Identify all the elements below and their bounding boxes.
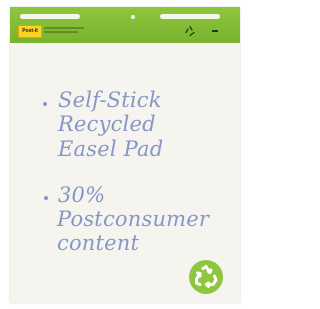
bullet-1 bbox=[43, 102, 47, 106]
header-fine-print bbox=[44, 26, 88, 36]
recycle-icon bbox=[185, 25, 195, 37]
note-line-5: Postconsumer bbox=[57, 207, 210, 231]
note-line-6: content bbox=[57, 231, 140, 255]
hanging-slot-left bbox=[20, 14, 80, 19]
bullet-2 bbox=[44, 196, 48, 200]
header-mark bbox=[212, 30, 218, 32]
easel-pad: Post-it Self-Stick Recycled Easel Pad 30… bbox=[10, 7, 240, 303]
note-line-2: Recycled bbox=[58, 112, 156, 136]
note-line-3: Easel Pad bbox=[58, 137, 164, 161]
header-dot bbox=[131, 15, 135, 19]
pad-header-strip: Post-it bbox=[10, 7, 240, 43]
note-line-1: Self-Stick bbox=[58, 88, 162, 112]
note-line-4: 30% bbox=[58, 183, 106, 207]
hanging-slot-right bbox=[160, 14, 220, 19]
recycle-icon bbox=[189, 260, 223, 294]
post-it-logo: Post-it bbox=[18, 25, 42, 38]
